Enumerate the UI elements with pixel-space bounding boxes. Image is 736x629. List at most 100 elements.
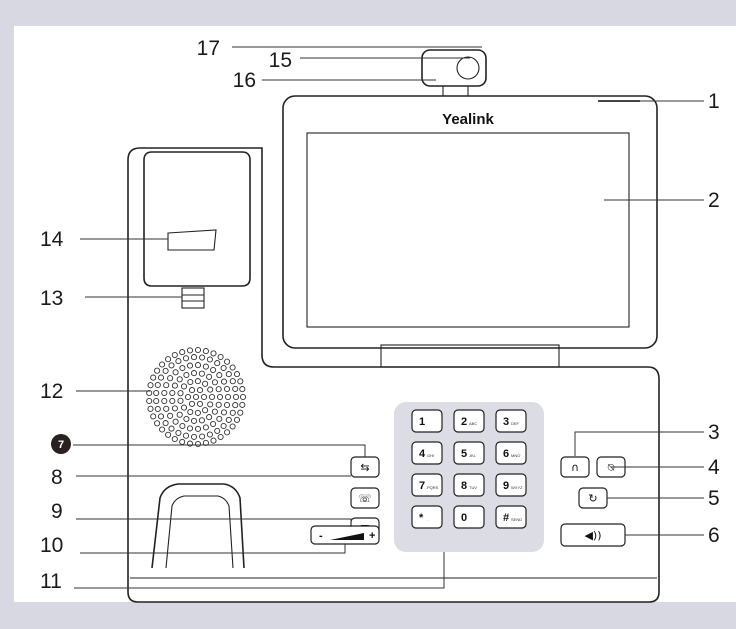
speaker-hole bbox=[216, 415, 223, 422]
speaker-hole bbox=[161, 397, 168, 405]
callout-17: 17 bbox=[197, 37, 220, 60]
speaker-hole bbox=[220, 364, 227, 372]
speaker-hole bbox=[215, 401, 222, 408]
headset-button[interactable]: ∩ bbox=[560, 456, 590, 478]
speaker-hole bbox=[194, 378, 201, 385]
speaker-hole bbox=[179, 349, 186, 356]
keypad-letters: ABC bbox=[469, 421, 477, 426]
speaker-hole bbox=[229, 409, 236, 416]
speaker-hole bbox=[232, 402, 239, 409]
speaker-hole bbox=[239, 401, 246, 408]
keypad-digit: 0 bbox=[461, 512, 467, 524]
speaker-hole bbox=[183, 415, 190, 423]
speaker-hole bbox=[175, 358, 182, 365]
keypad-key-8[interactable]: 8 TUV bbox=[453, 473, 485, 497]
speaker-hole bbox=[239, 386, 246, 393]
keypad-key-0[interactable]: 0 bbox=[453, 505, 485, 529]
speaker-hole bbox=[223, 401, 231, 409]
speaker-hole bbox=[153, 389, 160, 397]
transfer-button[interactable]: ⇆ bbox=[350, 456, 380, 478]
screen-frame bbox=[282, 95, 658, 349]
volume-plus: + bbox=[369, 530, 375, 542]
speakerphone-button[interactable]: ◀)) bbox=[560, 523, 626, 547]
keypad-letters: . bbox=[427, 517, 428, 522]
speaker-hole bbox=[165, 431, 172, 438]
speaker-hole bbox=[220, 422, 227, 430]
speaker-hole bbox=[154, 367, 161, 374]
speaker-hole bbox=[229, 364, 236, 371]
keypad-letters: TUV bbox=[469, 485, 477, 490]
keypad-key-5[interactable]: 5 JKL bbox=[453, 441, 485, 465]
speaker-grille bbox=[146, 346, 247, 448]
brand-logo: Yealink bbox=[442, 111, 494, 128]
speaker-hole bbox=[206, 431, 213, 438]
keypad-letters: PQRS bbox=[427, 485, 439, 490]
keypad-letters: MNO bbox=[511, 453, 520, 458]
callout-12: 12 bbox=[40, 380, 63, 403]
speaker-hole bbox=[171, 405, 178, 412]
redial-button[interactable]: ↻ bbox=[578, 487, 608, 509]
volume-key[interactable]: - + bbox=[310, 525, 380, 545]
speaker-hole bbox=[147, 382, 154, 389]
keypad-key-3[interactable]: 3 DEF bbox=[495, 409, 527, 433]
keypad-key-7[interactable]: 7 PQRS bbox=[411, 473, 443, 497]
speaker-hole bbox=[168, 425, 175, 432]
speaker-hole bbox=[157, 374, 165, 381]
speaker-hole bbox=[159, 361, 166, 368]
speakerphone-icon: ◀)) bbox=[584, 529, 601, 542]
speaker-hole bbox=[171, 435, 178, 443]
keypad-key-6[interactable]: 6 MNO bbox=[495, 441, 527, 465]
speaker-hole bbox=[210, 420, 217, 428]
reversible-tab bbox=[181, 287, 205, 309]
callout-14: 14 bbox=[40, 228, 64, 251]
callout-10: 10 bbox=[40, 534, 63, 557]
speaker-hole bbox=[210, 366, 217, 374]
leader-3 bbox=[574, 431, 704, 456]
speaker-hole bbox=[163, 405, 170, 412]
speaker-hole bbox=[239, 393, 247, 401]
speaker-hole bbox=[217, 433, 224, 441]
volume-minus: - bbox=[319, 530, 323, 542]
keypad-key-hash[interactable]: # SEND bbox=[495, 505, 527, 529]
speaker-hole bbox=[182, 432, 190, 439]
callout-3: 3 bbox=[708, 421, 720, 444]
keypad-key-2[interactable]: 2 ABC bbox=[453, 409, 485, 433]
speaker-hole bbox=[176, 376, 183, 383]
speaker-hole bbox=[223, 385, 231, 393]
leader-10 bbox=[80, 544, 346, 554]
callout-5: 5 bbox=[708, 487, 720, 510]
speaker-hole bbox=[214, 427, 221, 434]
keypad-digit: 1 bbox=[419, 416, 425, 428]
speaker-hole bbox=[179, 422, 186, 430]
speaker-hole bbox=[163, 382, 170, 389]
keypad-key-9[interactable]: 9 WXYZ bbox=[495, 473, 527, 497]
keypad-letters: GHI bbox=[427, 453, 434, 458]
speaker-hole bbox=[169, 397, 176, 405]
speaker-hole bbox=[232, 393, 240, 401]
keypad-key-star[interactable]: *. bbox=[411, 505, 443, 529]
speaker-hole bbox=[180, 404, 188, 411]
speaker-hole bbox=[194, 346, 202, 354]
keypad-key-1[interactable]: 1 bbox=[411, 409, 443, 433]
callout-16: 16 bbox=[233, 69, 256, 92]
callout-2: 2 bbox=[708, 189, 720, 212]
stand-cutout-inner bbox=[165, 495, 234, 569]
speaker-hole bbox=[194, 440, 202, 448]
keypad-digit: 7 bbox=[419, 480, 425, 492]
keycap bbox=[453, 505, 485, 529]
speaker-hole bbox=[187, 408, 194, 416]
speaker-hole bbox=[224, 358, 231, 365]
speaker-hole bbox=[232, 385, 239, 392]
leader-9 bbox=[76, 518, 352, 527]
speaker-hole bbox=[147, 405, 154, 412]
keypad-digit: # bbox=[503, 512, 509, 524]
speaker-hole bbox=[220, 409, 228, 416]
conference-button[interactable]: ☏ bbox=[350, 487, 380, 509]
figure-stage: Yealink ⇆ ☏ ✉ bbox=[0, 0, 736, 629]
speaker-hole bbox=[162, 367, 169, 374]
speaker-hole bbox=[233, 371, 241, 378]
keypad-letters: SEND bbox=[511, 517, 522, 522]
speaker-hole bbox=[165, 356, 172, 363]
keypad-key-4[interactable]: 4 GHI bbox=[411, 441, 443, 465]
speaker-hole bbox=[207, 386, 214, 393]
